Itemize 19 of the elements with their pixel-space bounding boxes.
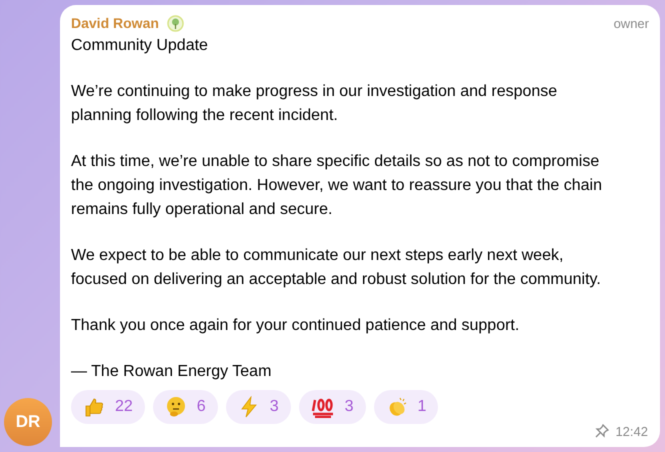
message-paragraph: We expect to be able to communicate our next steps early next week, focused on delivering an acceptable and robust solution for the community.: [71, 246, 602, 290]
tree-badge-icon: [166, 15, 184, 32]
reaction-chip[interactable]: 3: [298, 390, 366, 424]
reaction-chip[interactable]: 3: [226, 390, 291, 424]
thinking-face-icon: [164, 396, 187, 418]
message-title: Community Update: [71, 36, 209, 56]
author-name[interactable]: David Rowan: [71, 13, 159, 34]
role-label: owner: [614, 14, 649, 33]
avatar[interactable]: DR: [4, 398, 52, 446]
message-paragraph: Thank you once again for your continued patience and support.: [71, 316, 520, 336]
message-time: 12:42: [615, 422, 648, 440]
message-paragraph: — The Rowan Energy Team: [71, 362, 272, 382]
message-paragraph: We’re continuing to make progress in our investigation and response planning following the recent incident.: [71, 82, 558, 126]
reaction-chip[interactable]: 6: [152, 390, 218, 424]
message-paragraph: At this time, we’re unable to share specific details so as not to compromise the ongoing investigation. However, we want to reassure you that the chain remains fully operational and secure.: [71, 152, 603, 220]
thumbs-up-icon: [83, 396, 105, 418]
hundred-points-icon: [310, 396, 335, 418]
reaction-chip[interactable]: 22: [71, 390, 145, 424]
reaction-chip[interactable]: 1: [374, 390, 438, 424]
